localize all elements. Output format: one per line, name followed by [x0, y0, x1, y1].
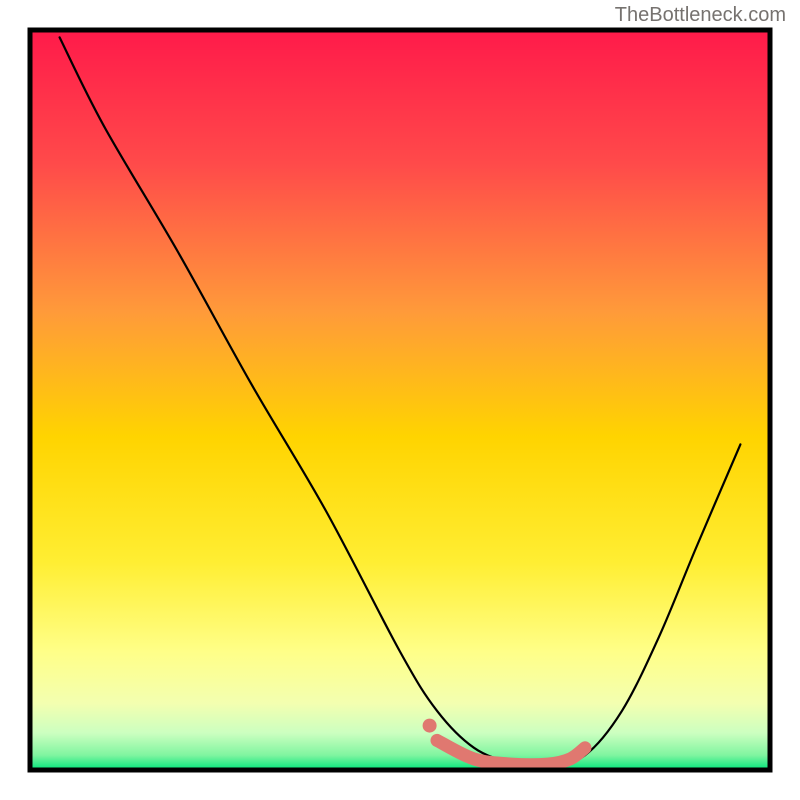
bottleneck-chart	[0, 0, 800, 800]
plot-background	[30, 30, 770, 770]
highlight-dot	[423, 719, 437, 733]
attribution-text: TheBottleneck.com	[615, 4, 786, 27]
